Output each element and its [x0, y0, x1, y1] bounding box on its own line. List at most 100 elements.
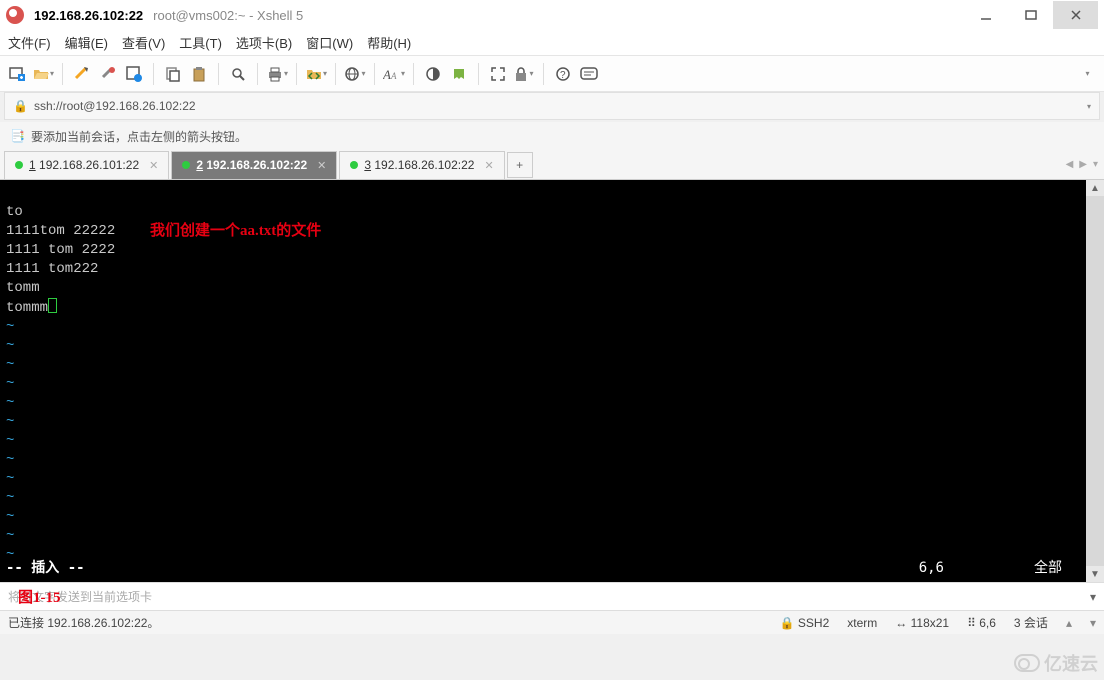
tab-list-icon[interactable]: ▾	[1093, 159, 1098, 170]
properties-icon[interactable]	[123, 63, 145, 85]
separator	[153, 63, 154, 85]
term-line: 1111tom 22222	[6, 223, 115, 239]
window-controls	[963, 1, 1098, 29]
tab-number: 1	[29, 158, 36, 172]
cursor-icon	[48, 298, 57, 313]
menu-help[interactable]: 帮助(H)	[367, 33, 411, 52]
maximize-button[interactable]	[1008, 1, 1053, 29]
vim-tilde: ~	[6, 414, 14, 430]
minimize-button[interactable]	[963, 1, 1008, 29]
separator	[543, 63, 544, 85]
xftp-icon[interactable]: ▾	[305, 63, 327, 85]
compose-bar[interactable]: 图1-15 将对文字发送到当前选项卡 ▾	[0, 582, 1104, 610]
status-dot-icon	[15, 161, 23, 169]
tab-bar: 1 192.168.26.101:22 ✕ 2 192.168.26.102:2…	[0, 150, 1104, 180]
vertical-scrollbar[interactable]: ▲ ▼	[1086, 180, 1104, 582]
tab-label: 192.168.26.102:22	[203, 158, 307, 172]
address-bar[interactable]: 🔒 ssh://root@192.168.26.102:22 ▾	[4, 92, 1100, 120]
scroll-track[interactable]	[1086, 196, 1104, 566]
menu-tools[interactable]: 工具(T)	[179, 33, 222, 52]
status-rowcol: ⠿ 6,6	[967, 616, 996, 630]
status-bar: 已连接 192.168.26.102:22。 🔒 SSH2 xterm ↔ 11…	[0, 610, 1104, 634]
fullscreen-icon[interactable]	[487, 63, 509, 85]
separator	[413, 63, 414, 85]
tab-close-icon[interactable]: ✕	[149, 159, 158, 172]
vim-tilde: ~	[6, 509, 14, 525]
status-proto: 🔒 SSH2	[780, 616, 830, 630]
font-icon[interactable]: AA▾	[383, 63, 405, 85]
help-icon[interactable]: ?	[552, 63, 574, 85]
session-tab-2[interactable]: 2 192.168.26.102:22 ✕	[171, 151, 337, 179]
vim-tilde: ~	[6, 357, 14, 373]
disconnect-icon[interactable]	[97, 63, 119, 85]
terminal[interactable]: to 1111tom 22222 1111 tom 2222 1111 tom2…	[0, 180, 1086, 582]
vim-scroll: 全部	[1034, 559, 1062, 578]
toolbar-overflow-icon[interactable]: ▾	[1076, 63, 1098, 85]
title-rest: root@vms002:~ - Xshell 5	[153, 8, 303, 23]
vim-status-line: -- 插入 -- 6,6 全部	[6, 559, 1062, 578]
term-line: tommm	[6, 300, 48, 316]
svg-text:A: A	[383, 67, 391, 82]
menu-edit[interactable]: 编辑(E)	[65, 33, 108, 52]
session-tab-3[interactable]: 3 192.168.26.102:22 ✕	[339, 151, 504, 179]
separator	[296, 63, 297, 85]
lock-icon[interactable]: ▾	[513, 63, 535, 85]
compose-icon[interactable]	[578, 63, 600, 85]
title-host: 192.168.26.102:22	[34, 8, 143, 23]
vim-tilde: ~	[6, 319, 14, 335]
close-button[interactable]	[1053, 1, 1098, 29]
term-line: 1111 tom 2222	[6, 242, 115, 258]
term-line: to	[6, 204, 23, 220]
find-icon[interactable]	[227, 63, 249, 85]
tab-close-icon[interactable]: ✕	[317, 159, 326, 172]
copy-icon[interactable]	[162, 63, 184, 85]
script-icon[interactable]	[448, 63, 470, 85]
scroll-up-icon[interactable]: ▲	[1086, 180, 1104, 196]
hint-bar: 📑 要添加当前会话，点击左侧的箭头按钮。	[0, 122, 1104, 150]
bookmark-arrow-icon[interactable]: 📑	[10, 129, 25, 143]
web-icon[interactable]: ▾	[344, 63, 366, 85]
vim-tilde: ~	[6, 490, 14, 506]
separator	[62, 63, 63, 85]
separator	[374, 63, 375, 85]
tab-next-icon[interactable]: ▶	[1079, 159, 1087, 170]
tab-nav: ◀ ▶ ▾	[1066, 159, 1098, 170]
status-dot-icon	[182, 161, 190, 169]
vim-mode: -- 插入 --	[6, 559, 85, 578]
vim-tilde: ~	[6, 338, 14, 354]
status-termtype: xterm	[847, 616, 877, 630]
watermark: 亿速云	[1014, 650, 1098, 676]
paste-icon[interactable]	[188, 63, 210, 85]
address-dropdown-icon[interactable]: ▾	[1087, 102, 1091, 111]
chevron-up-icon[interactable]: ▴	[1066, 616, 1072, 630]
compose-dropdown-icon[interactable]: ▾	[1090, 590, 1096, 604]
color-scheme-icon[interactable]	[422, 63, 444, 85]
figure-label: 图1-15	[18, 586, 61, 607]
vim-tilde: ~	[6, 471, 14, 487]
menu-window[interactable]: 窗口(W)	[306, 33, 353, 52]
open-icon[interactable]: ▾	[32, 63, 54, 85]
tab-prev-icon[interactable]: ◀	[1066, 159, 1074, 170]
new-session-icon[interactable]	[6, 63, 28, 85]
annotation-text: 我们创建一个aa.txt的文件	[150, 222, 321, 241]
hint-text: 要添加当前会话，点击左侧的箭头按钮。	[31, 128, 247, 145]
tab-close-icon[interactable]: ✕	[484, 159, 493, 172]
status-connection: 已连接 192.168.26.102:22。	[8, 614, 159, 631]
term-line: tomm	[6, 280, 40, 296]
new-tab-button[interactable]: +	[507, 152, 533, 178]
title-bar: 192.168.26.102:22 root@vms002:~ - Xshell…	[0, 0, 1104, 30]
watermark-icon	[1014, 654, 1040, 672]
print-icon[interactable]: ▾	[266, 63, 288, 85]
chevron-down-icon[interactable]: ▾	[1090, 616, 1096, 630]
terminal-area: to 1111tom 22222 1111 tom 2222 1111 tom2…	[0, 180, 1104, 582]
session-tab-1[interactable]: 1 192.168.26.101:22 ✕	[4, 151, 169, 179]
reconnect-icon[interactable]	[71, 63, 93, 85]
separator	[218, 63, 219, 85]
tab-label: 192.168.26.101:22	[36, 158, 139, 172]
app-logo-icon	[6, 6, 24, 24]
scroll-down-icon[interactable]: ▼	[1086, 566, 1104, 582]
menu-view[interactable]: 查看(V)	[122, 33, 165, 52]
menu-tab[interactable]: 选项卡(B)	[236, 33, 292, 52]
menu-file[interactable]: 文件(F)	[8, 33, 51, 52]
svg-text:A: A	[390, 71, 397, 81]
